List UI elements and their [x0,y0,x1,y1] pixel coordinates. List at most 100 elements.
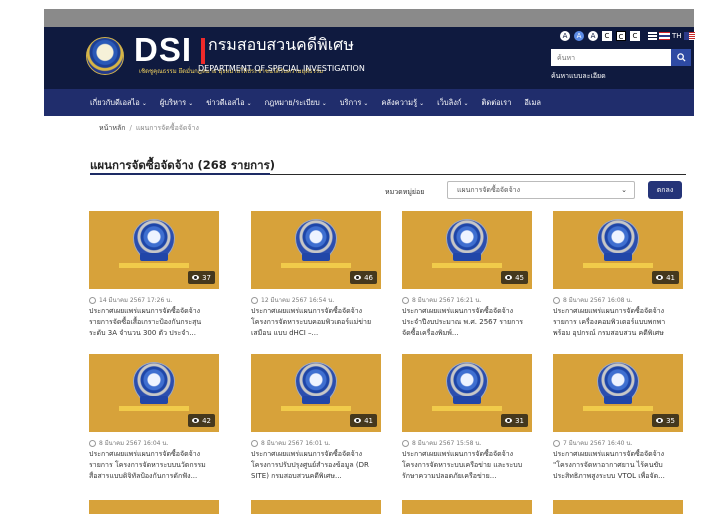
nav-item-knowledge[interactable]: คลังความรู้ ⌄ [381,97,424,109]
nav-item-label: อีเมล [524,98,542,107]
card-title-link[interactable]: ประกาศเผยแพร่แผนการจัดซื้อจัดจ้าง รายการ… [89,449,217,482]
nav-item-laws[interactable]: กฎหมาย/ระเบียบ ⌄ [265,97,327,109]
nav-item-news[interactable]: ข่าวดีเอสไอ ⌄ [206,97,251,109]
title-accent-bar [90,173,270,175]
search-button[interactable] [671,49,691,66]
thumb-banner [583,406,653,411]
nav-item-about[interactable]: เกี่ยวกับดีเอสไอ ⌄ [90,97,147,109]
dsi-logo-text[interactable]: DSI [134,33,192,66]
card-thumbnail[interactable]: 42 [89,354,219,432]
view-count-badge: 37 [188,271,215,284]
us-flag-icon[interactable] [683,32,695,40]
view-count-badge: 41 [652,271,679,284]
nav-item-services[interactable]: บริการ ⌄ [340,97,369,109]
clock-icon [553,439,560,447]
card-title-link[interactable]: ประกาศเผยแพร่แผนการจัดซื้อจัดจ้าง โครงกา… [402,449,530,482]
eye-icon [505,275,513,280]
clock-icon [553,296,560,304]
eye-icon [192,275,200,280]
card-thumbnail[interactable]: 37 [89,211,219,289]
card-title-link[interactable]: ประกาศเผยแพร่แผนการจัดซื้อจัดจ้าง โครงกา… [251,449,379,482]
breadcrumb-separator: / [129,124,132,132]
chevron-down-icon: ⌄ [463,99,469,107]
card-thumbnail[interactable]: 31 [402,354,532,432]
font-size-small-button[interactable]: A [560,31,570,41]
nav-item-label: เว็บลิงก์ [437,98,462,107]
filter-label: หมวดหมู่ย่อย [385,188,425,196]
eye-icon [656,275,664,280]
nav-item-label: เกี่ยวกับดีเอสไอ [90,98,140,107]
card-thumbnail[interactable]: 45 [402,211,532,289]
card-title-link[interactable]: ประกาศเผยแพร่แผนการจัดซื้อจัดจ้าง รายการ… [89,306,217,339]
card-thumbnail[interactable]: 46 [251,211,381,289]
seal-ribbon [453,253,481,261]
font-size-medium-button[interactable]: A [574,31,584,41]
view-count-badge: 45 [501,271,528,284]
nav-item-email[interactable]: อีเมล [524,97,541,109]
card-date-text: 8 มีนาคม 2567 16:04 น. [99,440,169,447]
nav-item-label: บริการ [339,98,362,107]
contrast-normal-button[interactable]: C [602,31,612,41]
seal-ribbon [302,253,330,261]
card-thumbnail[interactable] [89,500,219,514]
seal-ribbon [453,396,481,404]
chevron-down-icon: ⌄ [321,99,327,107]
thai-flag-icon[interactable] [659,32,670,40]
advanced-search-link[interactable]: ค้นหาแบบละเอียด [551,71,606,82]
nav-item-contact[interactable]: ติดต่อเรา [482,97,512,109]
breadcrumb-current: แผนการจัดซื้อจัดจ้าง [135,124,199,132]
view-count-badge: 41 [350,414,377,427]
view-count: 41 [364,416,373,425]
lang-en-label[interactable]: EN [697,32,704,40]
view-count: 46 [364,273,373,282]
font-size-large-button[interactable]: A [588,31,598,41]
chevron-down-icon: ⌄ [363,99,369,107]
chevron-down-icon: ⌄ [419,99,425,107]
card-thumbnail[interactable] [402,500,532,514]
contrast-high-button[interactable]: C [630,31,640,41]
breadcrumb-home-link[interactable]: หน้าหลัก [99,124,125,132]
contrast-mono-button[interactable]: C [616,31,626,41]
card-date: 14 มีนาคม 2567 17:26 น. [89,295,172,305]
viewport: DSI กรมสอบสวนคดีพิเศษ เชิดชูคุณธรรม ยึดม… [0,0,704,515]
search-input[interactable] [551,49,671,66]
view-count-badge: 31 [501,414,528,427]
clock-icon [402,439,409,447]
nav-item-weblinks[interactable]: เว็บลิงก์ ⌄ [437,97,468,109]
card-thumbnail[interactable] [553,500,683,514]
card-title-link[interactable]: ประกาศเผยแพร่แผนการจัดซื้อจัดจ้าง โครงกา… [251,306,379,339]
accessibility-toolbar: A A A C C C TH EN [560,30,704,42]
menu-bars-icon[interactable] [648,32,657,40]
lang-th-label[interactable]: TH [672,32,682,40]
chevron-down-icon: ⌄ [246,99,252,107]
org-name-thai: กรมสอบสวนคดีพิเศษ [208,35,354,54]
card-date: 8 มีนาคม 2567 16:08 น. [553,295,632,305]
top-margin [0,0,704,9]
view-count: 45 [515,273,524,282]
nav-item-label: ข่าวดีเอสไอ [206,98,245,107]
top-gray-band [44,9,694,27]
right-gutter [694,0,704,515]
card-title-link[interactable]: ประกาศเผยแพร่แผนการจัดซื้อจัดจ้าง "โครงก… [553,449,681,482]
card-date: 8 มีนาคม 2567 16:01 น. [251,438,330,448]
card-thumbnail[interactable]: 35 [553,354,683,432]
card-date-text: 7 มีนาคม 2567 16:40 น. [563,440,633,447]
card-title-link[interactable]: ประกาศเผยแพร่แผนการจัดซื้อจัดจ้าง ประจำป… [402,306,530,339]
seal-ribbon [302,396,330,404]
subcategory-select[interactable]: แผนการจัดซื้อจัดจ้าง ⌄ [447,181,635,199]
card-thumbnail[interactable] [251,500,381,514]
thumb-banner [432,263,502,268]
card-title-link[interactable]: ประกาศเผยแพร่แผนการจัดซื้อจัดจ้าง รายการ… [553,306,681,339]
card-date-text: 12 มีนาคม 2567 16:54 น. [261,297,335,304]
card-thumbnail[interactable]: 41 [251,354,381,432]
card-date: 8 มีนาคม 2567 16:21 น. [402,295,481,305]
card-thumbnail[interactable]: 41 [553,211,683,289]
view-count-badge: 46 [350,271,377,284]
eye-icon [656,418,664,423]
clock-icon [402,296,409,304]
nav-item-executives[interactable]: ผู้บริหาร ⌄ [160,97,193,109]
chevron-down-icon: ⌄ [188,99,194,107]
dsi-seal-logo[interactable] [86,37,124,75]
card-date-text: 14 มีนาคม 2567 17:26 น. [99,297,173,304]
filter-submit-button[interactable]: ตกลง [648,181,682,199]
